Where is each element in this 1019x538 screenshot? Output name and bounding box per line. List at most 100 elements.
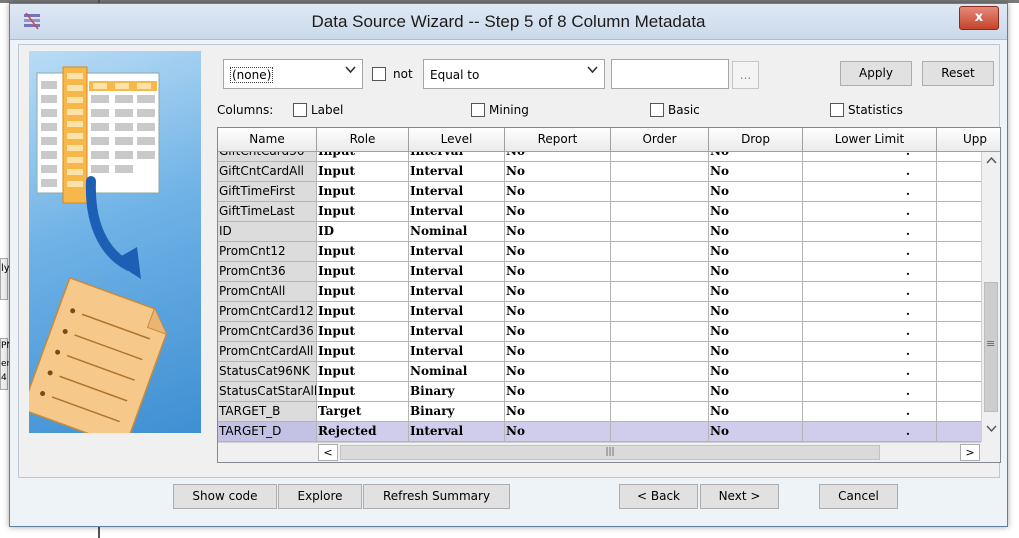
- cell-lower[interactable]: .: [803, 262, 937, 282]
- cell-upper[interactable]: [937, 322, 982, 342]
- cell-name[interactable]: GiftCntCard36: [218, 152, 317, 162]
- cell-lower[interactable]: .: [803, 342, 937, 362]
- table-row[interactable]: GiftCntCardAll Input Interval No No.: [218, 162, 982, 182]
- table-row[interactable]: GiftTimeFirst Input Interval No No.: [218, 182, 982, 202]
- cell-order[interactable]: [611, 262, 709, 282]
- cell-order[interactable]: [611, 282, 709, 302]
- cell-order[interactable]: [611, 402, 709, 422]
- cell-drop[interactable]: No: [709, 382, 803, 402]
- cell-upper[interactable]: [937, 262, 982, 282]
- mining-checkbox[interactable]: [471, 103, 485, 117]
- cell-level[interactable]: Interval: [409, 202, 505, 222]
- cell-name[interactable]: StatusCatStarAll: [218, 382, 317, 402]
- cell-lower[interactable]: .: [803, 222, 937, 242]
- table-row[interactable]: TARGET_D Rejected Interval No No.: [218, 422, 982, 442]
- cell-name[interactable]: GiftTimeFirst: [218, 182, 317, 202]
- cell-report[interactable]: No: [505, 422, 611, 442]
- filter-value-input[interactable]: [611, 59, 729, 89]
- table-row[interactable]: ID ID Nominal No No.: [218, 222, 982, 242]
- cell-order[interactable]: [611, 302, 709, 322]
- cell-drop[interactable]: No: [709, 402, 803, 422]
- cell-role[interactable]: Input: [317, 202, 409, 222]
- cell-name[interactable]: PromCntCard12: [218, 302, 317, 322]
- cell-order[interactable]: [611, 162, 709, 182]
- cell-order[interactable]: [611, 322, 709, 342]
- explore-button[interactable]: Explore: [278, 484, 362, 509]
- table-row[interactable]: PromCnt36 Input Interval No No.: [218, 262, 982, 282]
- table-row[interactable]: PromCntCardAll Input Interval No No.: [218, 342, 982, 362]
- cell-role[interactable]: Input: [317, 282, 409, 302]
- label-checkbox[interactable]: [293, 103, 307, 117]
- cell-level[interactable]: Nominal: [409, 222, 505, 242]
- cell-upper[interactable]: [937, 162, 982, 182]
- scroll-down-icon[interactable]: [983, 424, 1000, 435]
- header-name[interactable]: Name: [218, 128, 317, 152]
- header-order[interactable]: Order: [611, 128, 709, 152]
- cell-name[interactable]: PromCntAll: [218, 282, 317, 302]
- cell-lower[interactable]: .: [803, 242, 937, 262]
- column-filter-select[interactable]: (none): [223, 59, 363, 89]
- horizontal-scroll-thumb[interactable]: |||: [340, 445, 880, 460]
- cell-drop[interactable]: No: [709, 162, 803, 182]
- cell-role[interactable]: Input: [317, 162, 409, 182]
- cell-drop[interactable]: No: [709, 222, 803, 242]
- cell-drop[interactable]: No: [709, 342, 803, 362]
- cell-lower[interactable]: .: [803, 282, 937, 302]
- cell-order[interactable]: [611, 152, 709, 162]
- cell-report[interactable]: No: [505, 342, 611, 362]
- cell-drop[interactable]: No: [709, 322, 803, 342]
- cell-lower[interactable]: .: [803, 152, 937, 162]
- cell-upper[interactable]: [937, 152, 982, 162]
- table-row[interactable]: GiftTimeLast Input Interval No No.: [218, 202, 982, 222]
- cell-order[interactable]: [611, 242, 709, 262]
- cell-order[interactable]: [611, 342, 709, 362]
- horizontal-scrollbar[interactable]: < ||| >: [218, 442, 982, 462]
- cancel-button[interactable]: Cancel: [819, 484, 898, 509]
- basic-checkbox[interactable]: [650, 103, 664, 117]
- cell-report[interactable]: No: [505, 282, 611, 302]
- table-row[interactable]: PromCntCard36 Input Interval No No.: [218, 322, 982, 342]
- cell-upper[interactable]: [937, 422, 982, 442]
- cell-role[interactable]: Input: [317, 382, 409, 402]
- cell-role[interactable]: Input: [317, 262, 409, 282]
- cell-upper[interactable]: [937, 242, 982, 262]
- statistics-checkbox[interactable]: [830, 103, 844, 117]
- cell-lower[interactable]: .: [803, 322, 937, 342]
- cell-order[interactable]: [611, 182, 709, 202]
- table-row[interactable]: PromCntAll Input Interval No No.: [218, 282, 982, 302]
- cell-upper[interactable]: [937, 182, 982, 202]
- cell-role[interactable]: Input: [317, 302, 409, 322]
- cell-order[interactable]: [611, 222, 709, 242]
- vertical-scrollbar[interactable]: ≡: [981, 152, 1000, 442]
- cell-level[interactable]: Nominal: [409, 362, 505, 382]
- cell-drop[interactable]: No: [709, 202, 803, 222]
- cell-lower[interactable]: .: [803, 422, 937, 442]
- cell-lower[interactable]: .: [803, 182, 937, 202]
- cell-name[interactable]: ID: [218, 222, 317, 242]
- cell-name[interactable]: StatusCat96NK: [218, 362, 317, 382]
- cell-drop[interactable]: No: [709, 152, 803, 162]
- back-button[interactable]: < Back: [619, 484, 698, 509]
- cell-role[interactable]: Input: [317, 152, 409, 162]
- cell-drop[interactable]: No: [709, 262, 803, 282]
- cell-lower[interactable]: .: [803, 382, 937, 402]
- cell-report[interactable]: No: [505, 152, 611, 162]
- header-lower-limit[interactable]: Lower Limit: [803, 128, 937, 152]
- refresh-summary-button[interactable]: Refresh Summary: [363, 484, 510, 509]
- header-role[interactable]: Role: [317, 128, 409, 152]
- cell-upper[interactable]: [937, 342, 982, 362]
- cell-report[interactable]: No: [505, 262, 611, 282]
- cell-level[interactable]: Interval: [409, 152, 505, 162]
- table-row[interactable]: PromCntCard12 Input Interval No No.: [218, 302, 982, 322]
- cell-level[interactable]: Binary: [409, 402, 505, 422]
- operator-select[interactable]: Equal to: [423, 59, 605, 89]
- cell-name[interactable]: GiftCntCardAll: [218, 162, 317, 182]
- next-button[interactable]: Next >: [700, 484, 779, 509]
- table-row[interactable]: TARGET_B Target Binary No No.: [218, 402, 982, 422]
- cell-report[interactable]: No: [505, 222, 611, 242]
- cell-level[interactable]: Interval: [409, 422, 505, 442]
- cell-report[interactable]: No: [505, 382, 611, 402]
- cell-level[interactable]: Interval: [409, 162, 505, 182]
- cell-level[interactable]: Interval: [409, 302, 505, 322]
- cell-lower[interactable]: .: [803, 362, 937, 382]
